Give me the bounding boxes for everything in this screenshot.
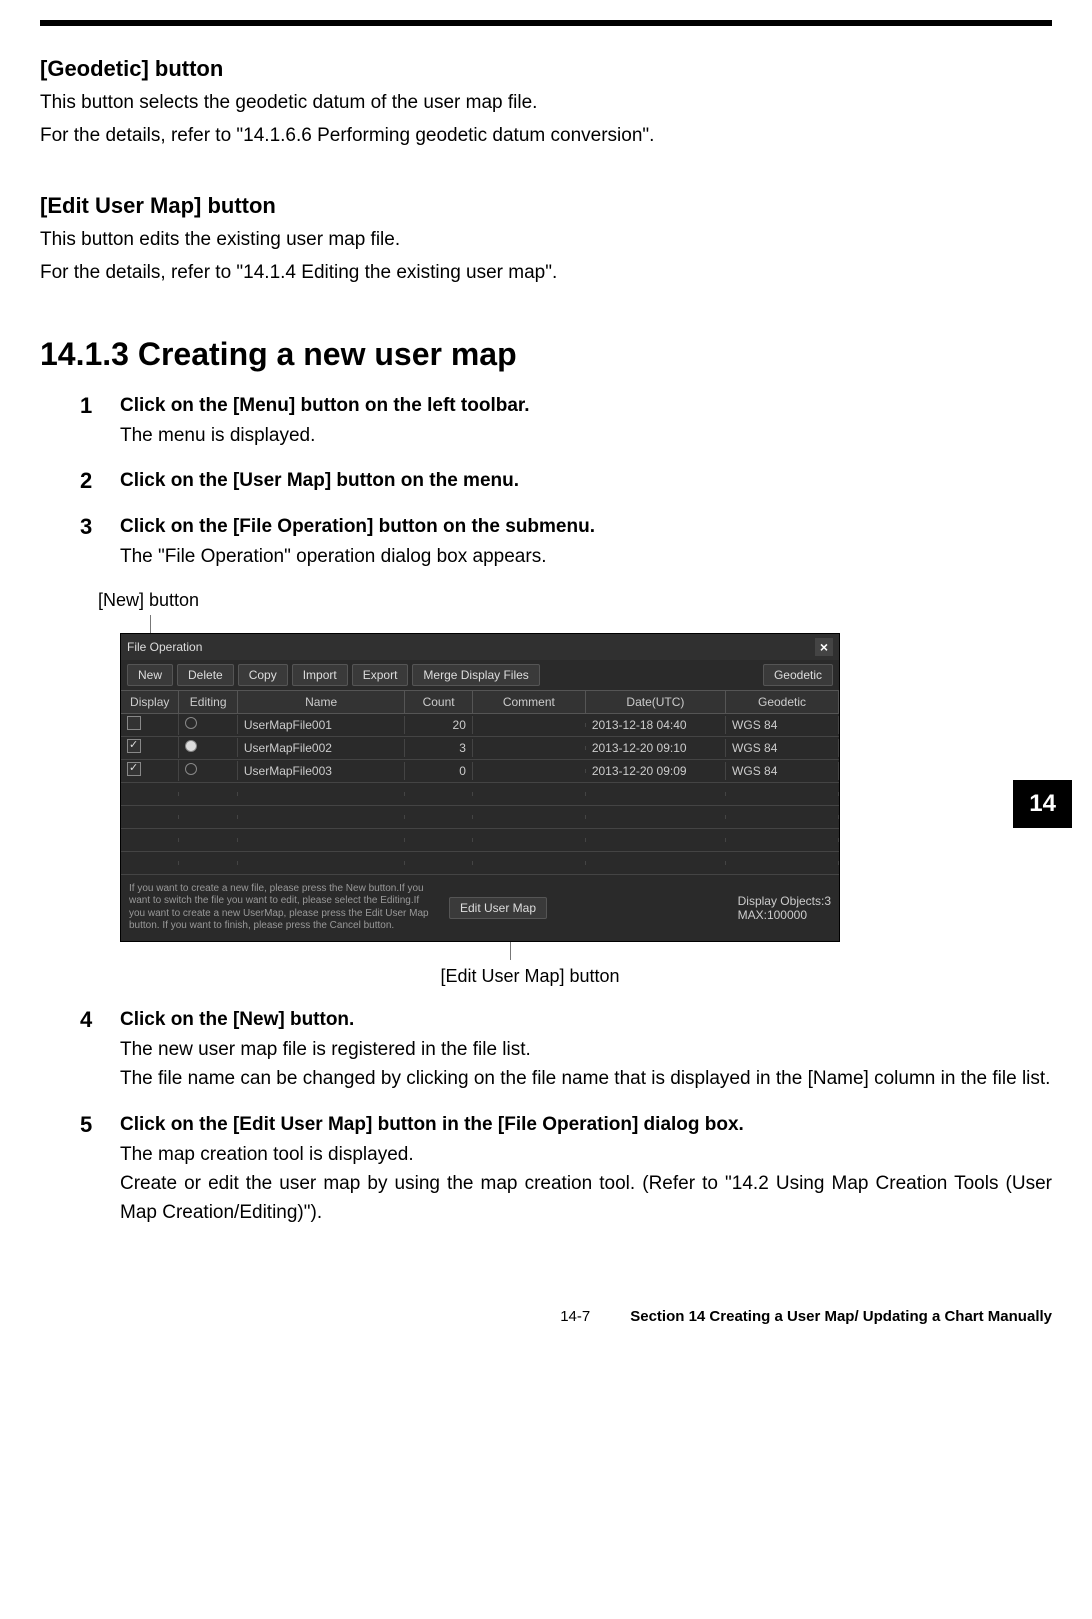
step-number: 4 (80, 1007, 120, 1094)
cell-name[interactable]: UserMapFile001 (238, 716, 405, 734)
editmap-text-1: This button edits the existing user map … (40, 225, 1052, 254)
delete-button[interactable]: Delete (177, 664, 234, 686)
cell-count: 3 (405, 739, 473, 757)
col-header-count: Count (405, 691, 473, 713)
merge-button[interactable]: Merge Display Files (412, 664, 539, 686)
callout-edit-label: [Edit User Map] button (220, 966, 840, 987)
editing-radio[interactable] (179, 761, 237, 780)
dialog-hint-text: If you want to create a new file, please… (129, 883, 429, 933)
table-row-empty (121, 783, 839, 806)
footer-section: Section 14 Creating a User Map/ Updating… (630, 1308, 1052, 1325)
table-row[interactable]: UserMapFile0030 2013-12-20 09:09WGS 84 (121, 760, 839, 783)
display-objects-max: MAX:100000 (738, 908, 831, 922)
col-header-comment: Comment (473, 691, 586, 713)
step-number: 3 (80, 514, 120, 571)
step: 3Click on the [File Operation] button on… (80, 514, 1052, 571)
step-description: The "File Operation" operation dialog bo… (120, 542, 1052, 571)
step-description: Create or edit the user map by using the… (120, 1169, 1052, 1228)
table-row-empty (121, 829, 839, 852)
section-heading: 14.1.3 Creating a new user map (40, 336, 1052, 373)
col-header-date: Date(UTC) (586, 691, 726, 713)
col-header-geodetic: Geodetic (726, 691, 839, 713)
step-instruction: Click on the [Menu] button on the left t… (120, 395, 1052, 417)
step-number: 1 (80, 393, 120, 450)
step: 2Click on the [User Map] button on the m… (80, 468, 1052, 496)
cell-count: 0 (405, 762, 473, 780)
cell-date: 2013-12-20 09:09 (586, 762, 726, 780)
col-header-editing: Editing (179, 691, 237, 713)
table-row-empty (121, 852, 839, 875)
step-description: The new user map file is registered in t… (120, 1035, 1052, 1064)
table-row[interactable]: UserMapFile00120 2013-12-18 04:40WGS 84 (121, 714, 839, 737)
step-instruction: Click on the [Edit User Map] button in t… (120, 1114, 1052, 1136)
step-instruction: Click on the [New] button. (120, 1009, 1052, 1031)
display-checkbox[interactable] (121, 714, 179, 735)
editing-radio[interactable] (179, 715, 237, 734)
cell-name[interactable]: UserMapFile003 (238, 762, 405, 780)
geodetic-heading: [Geodetic] button (40, 56, 1052, 82)
geodetic-text-1: This button selects the geodetic datum o… (40, 88, 1052, 117)
cell-geodetic: WGS 84 (726, 716, 839, 734)
step-description: The file name can be changed by clicking… (120, 1064, 1052, 1093)
geodetic-button[interactable]: Geodetic (763, 664, 833, 686)
cell-comment (473, 746, 586, 750)
col-header-name: Name (238, 691, 405, 713)
step-instruction: Click on the [User Map] button on the me… (120, 470, 1052, 492)
import-button[interactable]: Import (292, 664, 348, 686)
display-objects-count: Display Objects:3 (738, 894, 831, 908)
step-description: The menu is displayed. (120, 421, 1052, 450)
cell-comment (473, 723, 586, 727)
editmap-text-2: For the details, refer to "14.1.4 Editin… (40, 258, 1052, 287)
step: 4Click on the [New] button. The new user … (80, 1007, 1052, 1094)
callout-new-line (150, 615, 151, 633)
cell-geodetic: WGS 84 (726, 762, 839, 780)
page-top-rule (40, 20, 1052, 26)
page-number: 14-7 (560, 1308, 590, 1325)
cell-geodetic: WGS 84 (726, 739, 839, 757)
display-checkbox[interactable] (121, 760, 179, 781)
dialog-title: File Operation (127, 640, 202, 654)
table-row-empty (121, 806, 839, 829)
callout-new-label: [New] button (98, 590, 1052, 611)
table-row[interactable]: UserMapFile0023 2013-12-20 09:10WGS 84 (121, 737, 839, 760)
chapter-tab: 14 (1013, 780, 1072, 828)
editmap-heading: [Edit User Map] button (40, 193, 1052, 219)
callout-edit-line (510, 942, 511, 960)
display-checkbox[interactable] (121, 737, 179, 758)
cell-date: 2013-12-18 04:40 (586, 716, 726, 734)
editing-radio[interactable] (179, 738, 237, 757)
col-header-display: Display (121, 691, 179, 713)
cell-date: 2013-12-20 09:10 (586, 739, 726, 757)
step: 5Click on the [Edit User Map] button in … (80, 1112, 1052, 1228)
copy-button[interactable]: Copy (238, 664, 288, 686)
step-description: The map creation tool is displayed. (120, 1140, 1052, 1169)
edit-user-map-button[interactable]: Edit User Map (449, 897, 547, 919)
cell-name[interactable]: UserMapFile002 (238, 739, 405, 757)
file-operation-dialog: File Operation × New Delete Copy Import … (120, 633, 840, 942)
close-icon[interactable]: × (815, 638, 833, 656)
step-number: 5 (80, 1112, 120, 1228)
new-button[interactable]: New (127, 664, 173, 686)
step: 1Click on the [Menu] button on the left … (80, 393, 1052, 450)
cell-count: 20 (405, 716, 473, 734)
export-button[interactable]: Export (352, 664, 409, 686)
step-instruction: Click on the [File Operation] button on … (120, 516, 1052, 538)
geodetic-text-2: For the details, refer to "14.1.6.6 Perf… (40, 121, 1052, 150)
step-number: 2 (80, 468, 120, 496)
cell-comment (473, 769, 586, 773)
